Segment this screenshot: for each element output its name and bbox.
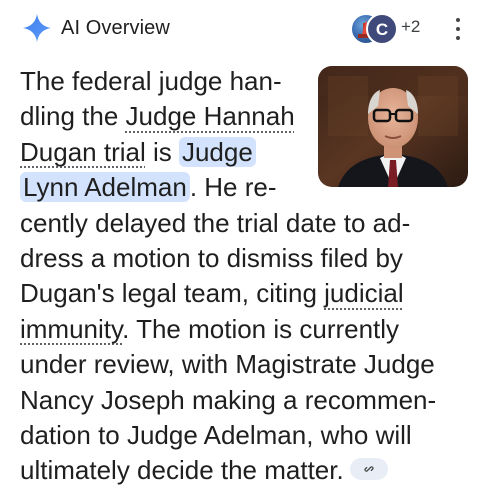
answer-line: Dugan's legal team, citing judicial [20, 276, 475, 311]
ai-overview-header: AI Overview C +2 [0, 0, 490, 58]
answer-line: dation to Judge Adelman, who will [20, 419, 412, 450]
entity-link-judge-hannah[interactable]: Judge Hannah [126, 101, 295, 131]
entity-link-dugan-trial[interactable]: Dugan trial [20, 137, 146, 167]
entity-link-judicial-immunity[interactable]: immunity [20, 314, 122, 344]
source-avatars[interactable]: C [350, 13, 402, 45]
more-sources-count[interactable]: +2 [401, 17, 420, 37]
answer-line: Dugan trial is Judge [20, 135, 475, 170]
answer-line: dress a motion to dismiss filed by [20, 242, 403, 273]
answer-text: ultimately decide the matter. [20, 455, 344, 486]
more-vert-icon[interactable] [452, 14, 464, 44]
answer-line: under review, with Magistrate Judge [20, 349, 435, 380]
link-icon [364, 466, 374, 473]
entity-link-judicial-immunity[interactable]: judicial [324, 278, 404, 308]
source-avatar-2-initial: C [375, 19, 389, 39]
answer-line: Nancy Joseph making a recommen- [20, 384, 437, 415]
answer-line: immunity. The motion is currently [20, 312, 475, 347]
answer-text: is [145, 136, 179, 167]
ai-overview-answer: The federal judge han- dling the Judge H… [20, 64, 475, 489]
answer-text: dling the [20, 101, 126, 132]
source-avatar-2[interactable]: C [366, 13, 398, 45]
highlighted-answer[interactable]: Judge [178, 136, 256, 167]
answer-line: cently delayed the trial date to ad- [20, 207, 411, 238]
answer-text: Dugan's legal team, citing [20, 278, 325, 309]
answer-line: dling the Judge Hannah [20, 99, 475, 134]
sparkle-icon [23, 14, 51, 42]
highlighted-answer[interactable]: Lynn Adelman [20, 172, 190, 203]
answer-line: Lynn Adelman. He re- [20, 170, 475, 205]
answer-text: . He re- [189, 172, 277, 203]
answer-text: . The motion is currently [122, 313, 400, 344]
ai-overview-title: AI Overview [61, 17, 170, 39]
answer-line: The federal judge han- [20, 66, 282, 96]
answer-line: ultimately decide the matter. [20, 453, 475, 488]
source-link-chip[interactable] [349, 458, 388, 481]
